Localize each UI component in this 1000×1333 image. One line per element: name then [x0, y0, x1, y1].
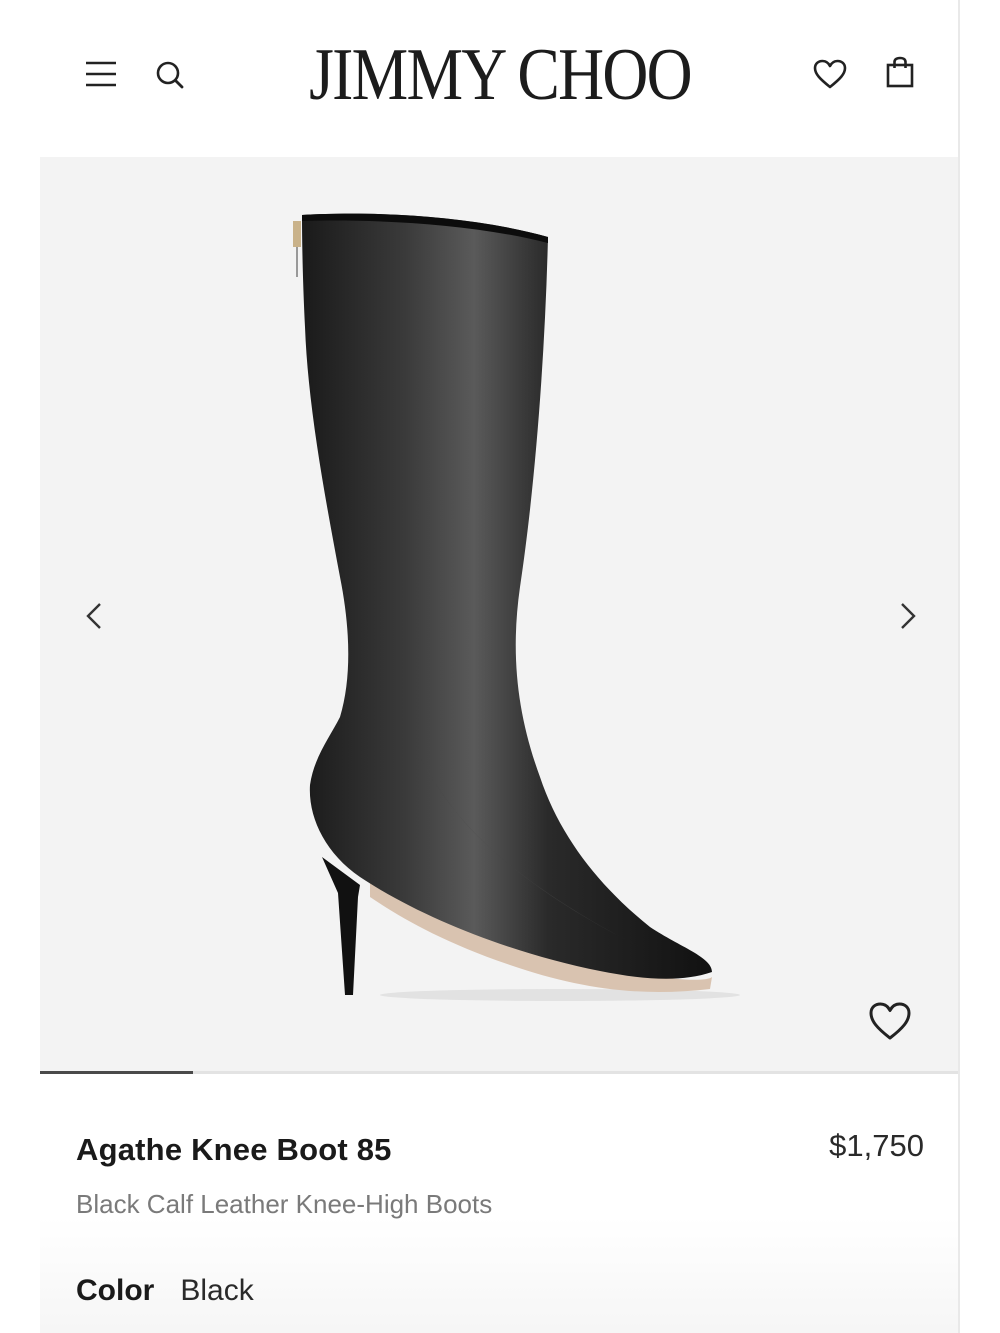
chevron-left-icon[interactable]: [70, 592, 118, 640]
product-description: Black Calf Leather Knee-High Boots: [76, 1189, 493, 1219]
color-value: Black: [180, 1274, 254, 1307]
shopping-bag-icon[interactable]: [876, 48, 924, 96]
color-label: Color: [76, 1274, 155, 1307]
menu-icon[interactable]: [77, 50, 125, 98]
product-name: Agathe Knee Boot 85: [76, 1132, 392, 1167]
search-icon[interactable]: [146, 51, 194, 99]
product-page: JIMMY CHOO Agathe Knee Boot 85 $1,750 Bl…: [0, 0, 1000, 1333]
add-to-wishlist-button[interactable]: [862, 993, 918, 1049]
product-image-gallery[interactable]: [40, 157, 958, 1075]
heart-icon: [869, 1002, 911, 1040]
brand-logo[interactable]: JIMMY CHOO: [285, 30, 715, 120]
color-selector: Color Black: [76, 1274, 254, 1308]
product-price: $1,750: [829, 1128, 924, 1163]
product-info: Agathe Knee Boot 85 $1,750 Black Calf Le…: [40, 1074, 958, 1333]
chevron-right-icon[interactable]: [884, 592, 932, 640]
boot-product-image: [293, 213, 740, 1001]
site-header: JIMMY CHOO: [0, 0, 958, 155]
page-edge-divider: [958, 0, 960, 1333]
heart-icon[interactable]: [806, 50, 854, 98]
